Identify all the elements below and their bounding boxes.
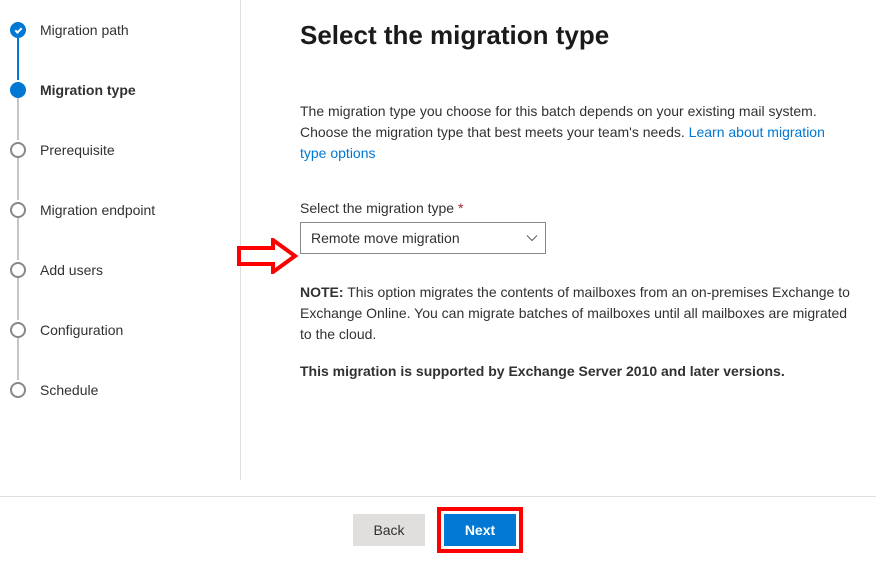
step-pending-icon [10, 262, 26, 278]
select-label: Select the migration type * [300, 200, 852, 216]
step-pending-icon [10, 382, 26, 398]
step-connector [17, 218, 19, 260]
note-block: NOTE: This option migrates the contents … [300, 282, 852, 345]
step-migration-path[interactable]: Migration path [10, 20, 230, 40]
page-title: Select the migration type [300, 20, 852, 51]
note-text: This option migrates the contents of mai… [300, 284, 850, 342]
main-content: Select the migration type The migration … [300, 20, 852, 382]
step-connector [17, 98, 19, 140]
step-migration-type[interactable]: Migration type [10, 80, 230, 100]
step-label: Schedule [40, 382, 98, 398]
step-current-icon [10, 82, 26, 98]
step-schedule[interactable]: Schedule [10, 380, 230, 400]
vertical-divider [240, 0, 241, 480]
required-mark: * [458, 200, 463, 216]
select-value[interactable]: Remote move migration [300, 222, 546, 254]
annotation-highlight-box: Next [437, 507, 523, 553]
step-label: Migration path [40, 22, 129, 38]
step-pending-icon [10, 322, 26, 338]
description: The migration type you choose for this b… [300, 101, 852, 164]
step-label: Migration endpoint [40, 202, 155, 218]
migration-type-select[interactable]: Remote move migration [300, 222, 546, 254]
step-connector [17, 278, 19, 320]
next-button[interactable]: Next [444, 514, 516, 546]
step-connector [17, 158, 19, 200]
step-label: Add users [40, 262, 103, 278]
step-completed-icon [10, 22, 26, 38]
step-connector [17, 338, 19, 380]
step-pending-icon [10, 202, 26, 218]
step-label: Configuration [40, 322, 123, 338]
step-connector [17, 38, 19, 80]
support-text: This migration is supported by Exchange … [300, 361, 852, 382]
note-label: NOTE: [300, 284, 344, 300]
step-migration-endpoint[interactable]: Migration endpoint [10, 200, 230, 220]
back-button[interactable]: Back [353, 514, 425, 546]
step-add-users[interactable]: Add users [10, 260, 230, 280]
wizard-steps-sidebar: Migration path Migration type Prerequisi… [10, 20, 230, 400]
step-label: Prerequisite [40, 142, 115, 158]
step-pending-icon [10, 142, 26, 158]
footer: Back Next [0, 497, 876, 563]
annotation-arrow-icon [237, 238, 299, 274]
step-configuration[interactable]: Configuration [10, 320, 230, 340]
step-label: Migration type [40, 82, 136, 98]
step-prerequisite[interactable]: Prerequisite [10, 140, 230, 160]
